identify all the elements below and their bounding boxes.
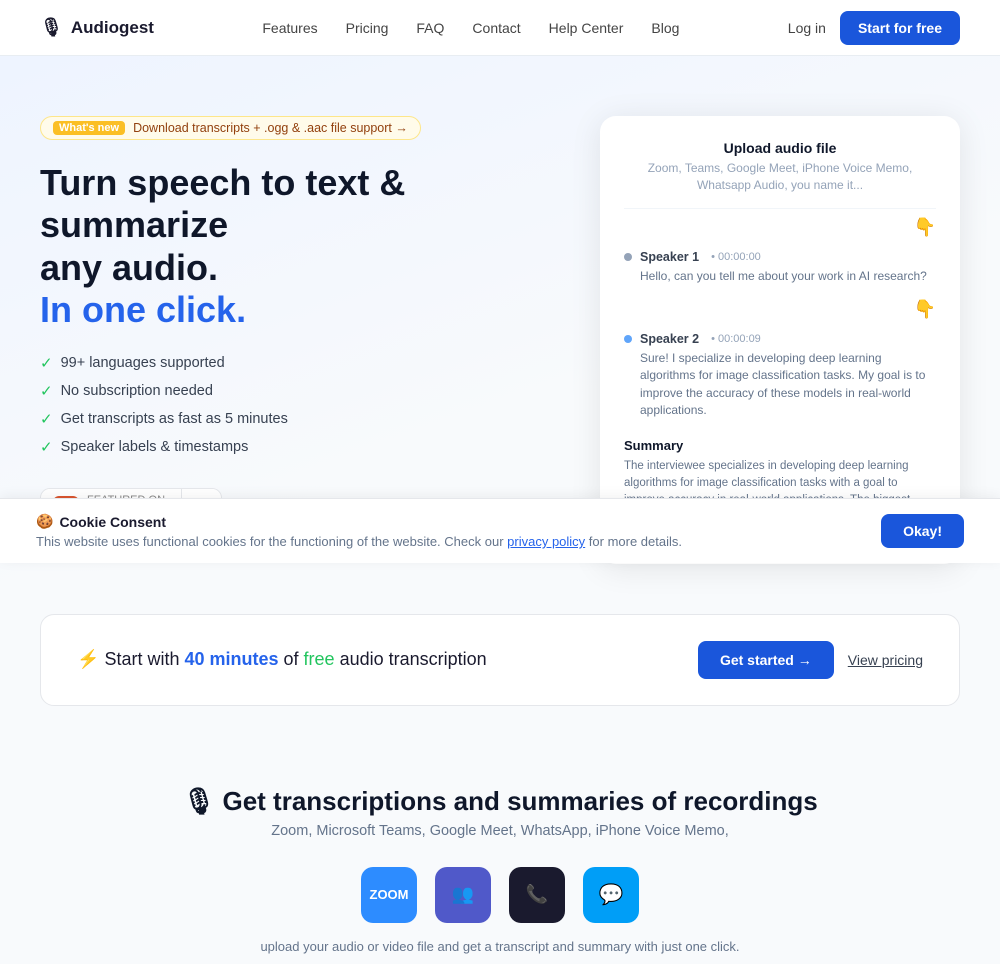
speaker2-name: Speaker 2 <box>640 332 699 346</box>
view-pricing-button[interactable]: View pricing <box>848 652 923 668</box>
speaker2-dot <box>624 335 632 343</box>
nav-link-blog[interactable]: Blog <box>651 20 679 36</box>
app-icons-row: ZOOM 👥 📞 💬 <box>40 867 960 923</box>
demo-pointer-1: 👇 <box>624 217 936 238</box>
cta-minutes: 40 minutes <box>184 649 278 669</box>
hero-title-line3: In one click. <box>40 289 246 330</box>
section2-title: 🎙 Get transcriptions and summaries of re… <box>40 786 960 817</box>
cta-actions: Get started → View pricing <box>698 641 923 679</box>
section2-emoji: 🎙 <box>182 786 215 816</box>
logo-icon: 🎙 <box>40 17 63 38</box>
cta-band: ⚡ Start with 40 minutes of free audio tr… <box>40 614 960 706</box>
app-icon-dark: 📞 <box>509 867 565 923</box>
check-label-3: Get transcripts as fast as 5 minutes <box>61 411 288 427</box>
cookie-desc: This website uses functional cookies for… <box>36 534 682 549</box>
check-label-4: Speaker labels & timestamps <box>61 439 249 455</box>
check-icon-3: ✓ <box>40 410 53 428</box>
demo-card: Upload audio file Zoom, Teams, Google Me… <box>600 116 960 564</box>
check-item-subscription: ✓ No subscription needed <box>40 382 480 400</box>
badge-text: Download transcripts + .ogg & .aac file … <box>133 121 408 135</box>
demo-upload-title: Upload audio file <box>624 140 936 156</box>
check-icon-1: ✓ <box>40 354 53 372</box>
app-icon-zoom: ZOOM <box>361 867 417 923</box>
hero-title-line1: Turn speech to text & summarize <box>40 162 405 245</box>
cta-text: ⚡ Start with 40 minutes of free audio tr… <box>77 649 487 670</box>
speaker1-text: Hello, can you tell me about your work i… <box>624 268 936 285</box>
speaker1-dot <box>624 253 632 261</box>
nav-link-features[interactable]: Features <box>262 20 317 36</box>
check-label-1: 99+ languages supported <box>61 355 225 371</box>
new-badge[interactable]: What's new Download transcripts + .ogg &… <box>40 116 421 140</box>
demo-summary-title: Summary <box>624 438 936 453</box>
check-item-speed: ✓ Get transcripts as fast as 5 minutes <box>40 410 480 428</box>
section2-sub: Zoom, Microsoft Teams, Google Meet, What… <box>40 823 960 839</box>
badge-tag: What's new <box>53 121 125 135</box>
hero-title-line2: any audio. <box>40 247 218 288</box>
check-icon-2: ✓ <box>40 382 53 400</box>
logo-text: Audiogest <box>71 18 154 38</box>
nav-link-help-center[interactable]: Help Center <box>549 20 624 36</box>
demo-upload-section: Upload audio file Zoom, Teams, Google Me… <box>624 140 936 209</box>
app-icon-teams: 👥 <box>435 867 491 923</box>
cookie-title: 🍪 Cookie Consent <box>36 513 682 530</box>
logo[interactable]: 🎙 Audiogest <box>40 17 154 38</box>
section2: 🎙 Get transcriptions and summaries of re… <box>0 736 1000 964</box>
demo-speaker2-row: Speaker 2 • 00:00:09 <box>624 332 936 346</box>
cta-end: audio transcription <box>335 649 487 669</box>
cookie-title-text: Cookie Consent <box>59 514 166 530</box>
speaker2-time: • 00:00:09 <box>711 333 761 345</box>
demo-pointer-2: 👇 <box>624 299 936 320</box>
speaker1-name: Speaker 1 <box>640 250 699 264</box>
cookie-desc-end: for more details. <box>585 534 682 549</box>
cta-free: free <box>304 649 335 669</box>
cta-lightning: ⚡ <box>77 649 99 669</box>
demo-upload-sub: Zoom, Teams, Google Meet, iPhone Voice M… <box>624 160 936 194</box>
start-for-free-button[interactable]: Start for free <box>840 11 960 45</box>
nav-link-faq[interactable]: FAQ <box>416 20 444 36</box>
hero-checks: ✓ 99+ languages supported ✓ No subscript… <box>40 354 480 456</box>
hero-title: Turn speech to text & summarize any audi… <box>40 162 480 332</box>
cookie-left: 🍪 Cookie Consent This website uses funct… <box>36 513 682 549</box>
section2-title-text: Get transcriptions and summaries of reco… <box>222 786 817 816</box>
cookie-banner: 🍪 Cookie Consent This website uses funct… <box>0 498 1000 563</box>
section2-sub2: upload your audio or video file and get … <box>40 939 960 954</box>
cta-of: of <box>279 649 304 669</box>
check-item-languages: ✓ 99+ languages supported <box>40 354 480 372</box>
speaker1-time: • 00:00:00 <box>711 251 761 263</box>
cookie-emoji: 🍪 <box>36 513 53 530</box>
cookie-desc-text: This website uses functional cookies for… <box>36 534 507 549</box>
speaker2-text: Sure! I specialize in developing deep le… <box>624 350 936 420</box>
check-item-labels: ✓ Speaker labels & timestamps <box>40 438 480 456</box>
demo-speaker1: Speaker 1 • 00:00:00 Hello, can you tell… <box>624 242 936 293</box>
hero-left: What's new Download transcripts + .ogg &… <box>40 116 480 530</box>
app-icon-blue2: 💬 <box>583 867 639 923</box>
cookie-okay-button[interactable]: Okay! <box>881 514 964 548</box>
nav-actions: Log in Start for free <box>788 11 960 45</box>
check-icon-4: ✓ <box>40 438 53 456</box>
nav-link-contact[interactable]: Contact <box>472 20 520 36</box>
demo-speaker1-row: Speaker 1 • 00:00:00 <box>624 250 936 264</box>
nav-link-pricing[interactable]: Pricing <box>346 20 389 36</box>
nav-links: Features Pricing FAQ Contact Help Center… <box>262 20 679 36</box>
cookie-privacy-link[interactable]: privacy policy <box>507 534 585 549</box>
demo-speaker2: Speaker 2 • 00:00:09 Sure! I specialize … <box>624 324 936 428</box>
navbar: 🎙 Audiogest Features Pricing FAQ Contact… <box>0 0 1000 56</box>
cta-text-start: Start with <box>104 649 184 669</box>
login-button[interactable]: Log in <box>788 20 826 36</box>
get-started-button[interactable]: Get started → <box>698 641 834 679</box>
check-label-2: No subscription needed <box>61 383 213 399</box>
